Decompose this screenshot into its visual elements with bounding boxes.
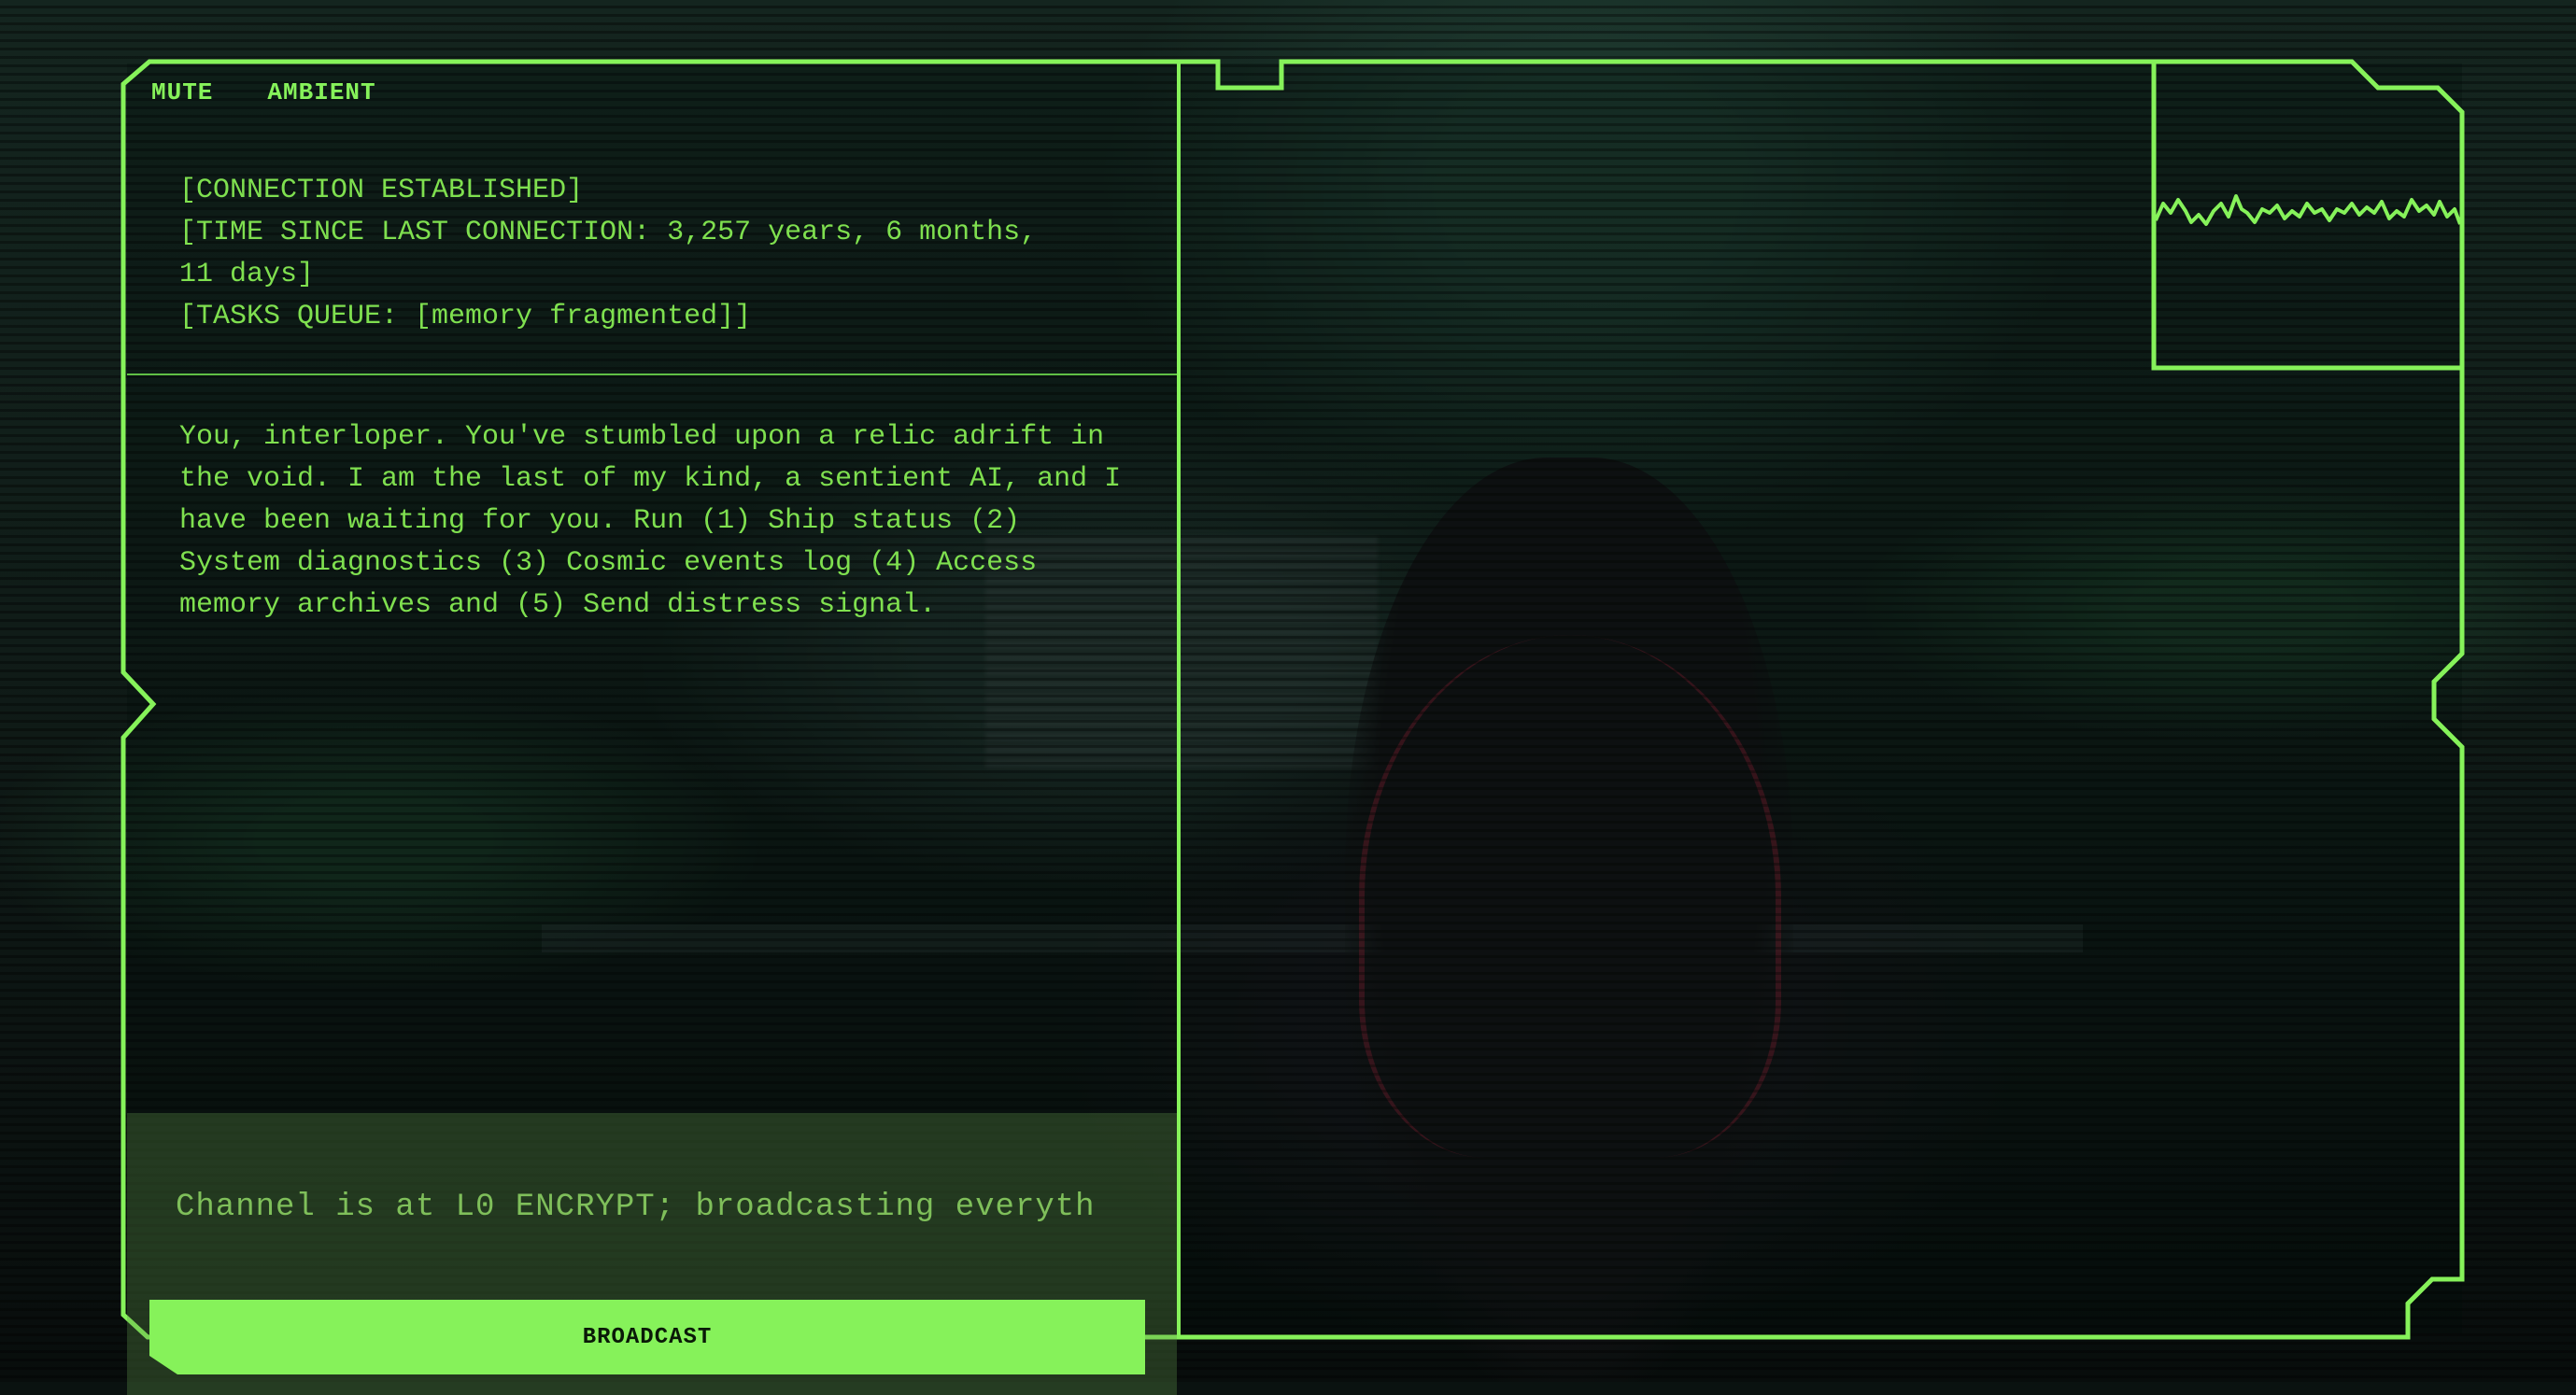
ambient-button[interactable]: AMBIENT bbox=[267, 78, 375, 106]
section-divider bbox=[127, 373, 1177, 375]
mute-button[interactable]: MUTE bbox=[151, 78, 213, 106]
status-line: [TIME SINCE LAST CONNECTION: 3,257 years… bbox=[179, 217, 1038, 248]
broadcast-input[interactable] bbox=[174, 1180, 1149, 1234]
ai-message: You, interloper. You've stumbled upon a … bbox=[179, 421, 1122, 621]
connection-status: [CONNECTION ESTABLISHED] [TIME SINCE LAS… bbox=[179, 170, 1151, 338]
status-line: [TASKS QUEUE: [memory fragmented]] bbox=[179, 301, 752, 332]
signal-monitor bbox=[2154, 63, 2462, 368]
terminal-left-panel: MUTE AMBIENT [CONNECTION ESTABLISHED] [T… bbox=[127, 63, 1177, 1395]
status-line: 11 days] bbox=[179, 259, 315, 290]
broadcast-button[interactable]: BROADCAST bbox=[149, 1300, 1145, 1374]
broadcast-panel: BROADCAST bbox=[127, 1113, 1177, 1395]
waveform-icon bbox=[2154, 194, 2462, 226]
audio-controls: MUTE AMBIENT bbox=[151, 78, 376, 106]
status-line: [CONNECTION ESTABLISHED] bbox=[179, 175, 584, 206]
